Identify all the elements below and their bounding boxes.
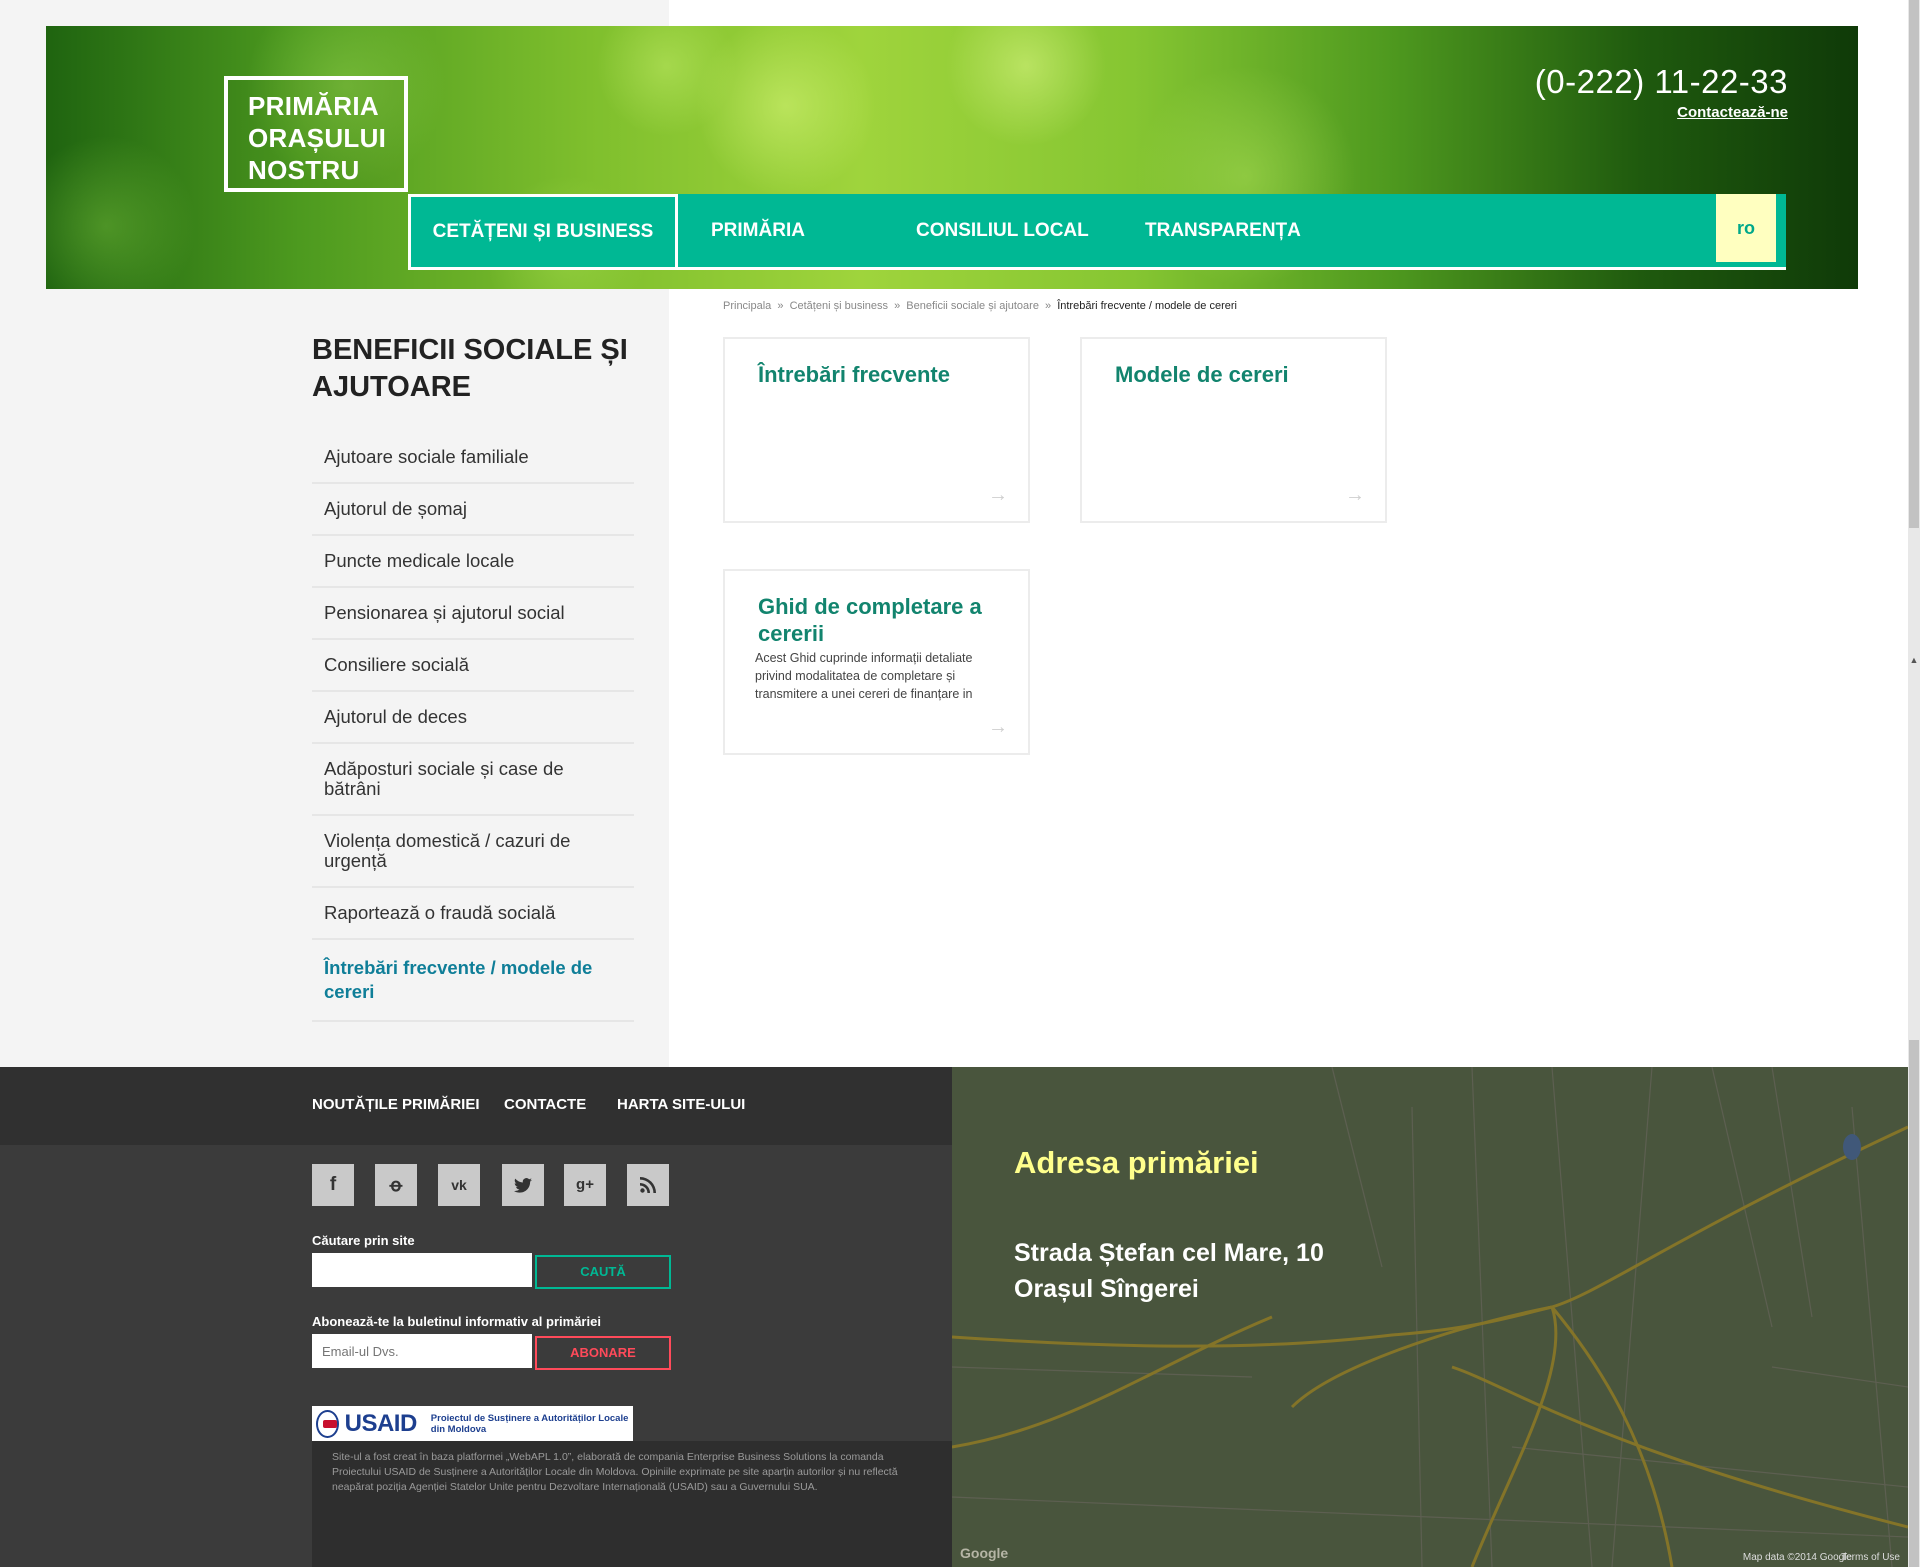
usaid-project-text: Proiectul de Susținere a Autorităților L… (430, 1412, 629, 1435)
address-line: Strada Ștefan cel Mare, 10 (1014, 1239, 1324, 1267)
sidebar-item-active[interactable]: Întrebări frecvente / modele de cereri (312, 940, 634, 1022)
search-label: Căutare prin site (312, 1233, 415, 1248)
footer-disclaimer: Site-ul a fost creat în baza platformei … (332, 1451, 898, 1493)
logo-line: NOSTRU (248, 155, 360, 185)
google-logo: Google (960, 1545, 1009, 1561)
nav-item-transparenta[interactable]: TRANSPARENȚA (1145, 194, 1301, 267)
sidebar-item[interactable]: Ajutoare sociale familiale (312, 432, 634, 484)
contact-link[interactable]: Contactează-ne (1677, 104, 1788, 121)
card-ghid-completare[interactable]: Ghid de completare a cererii Acest Ghid … (723, 569, 1030, 755)
sidebar-item[interactable]: Pensionarea și ajutorul social (312, 588, 634, 640)
map[interactable]: Adresa primăriei Strada Ștefan cel Mare,… (952, 1067, 1908, 1567)
arrow-right-icon: → (988, 716, 1008, 738)
site-logo[interactable]: PRIMĂRIA ORAȘULUI NOSTRU (224, 76, 408, 192)
rss-icon[interactable] (627, 1164, 669, 1206)
site-search-input[interactable] (312, 1253, 532, 1287)
breadcrumb-link[interactable]: Principala (723, 300, 771, 312)
card-description: Acest Ghid cuprinde informații detaliate… (755, 651, 973, 701)
sidebar-item[interactable]: Consiliere socială (312, 640, 634, 692)
map-overlay (952, 1067, 1908, 1567)
logo-line: ORAȘULUI (248, 123, 387, 153)
sidebar-item[interactable]: Ajutorul de șomaj (312, 484, 634, 536)
breadcrumb: Principala » Cetățeni și business » Bene… (723, 300, 1237, 312)
map-data-credit: Map data ©2014 Google (1742, 1552, 1852, 1563)
footer-link-harta[interactable]: HARTA SITE-ULUI (617, 1096, 745, 1113)
map-address: Strada Ștefan cel Mare, 10 Orașul Sînger… (1014, 1235, 1324, 1307)
sidebar-item[interactable]: Violența domestică / cazuri de urgență (312, 816, 634, 888)
breadcrumb-current: Întrebări frecvente / modele de cereri (1057, 300, 1237, 312)
email-field[interactable] (312, 1334, 532, 1368)
sidebar-item[interactable]: Puncte medicale locale (312, 536, 634, 588)
nav-item-consiliul-local[interactable]: CONSILIUL LOCAL (916, 194, 1089, 267)
logo-line: PRIMĂRIA (248, 91, 379, 121)
footer-link-contacte[interactable]: CONTACTE (504, 1096, 586, 1113)
usaid-logo[interactable]: USAID Proiectul de Susținere a Autorităț… (312, 1406, 633, 1441)
breadcrumb-separator: » (777, 300, 784, 312)
arrow-right-icon: → (988, 484, 1008, 506)
breadcrumb-separator: » (894, 300, 901, 312)
breadcrumb-separator: » (1045, 300, 1052, 312)
card-intrebari-frecvente[interactable]: Întrebări frecvente → (723, 337, 1030, 523)
card-modele-de-cereri[interactable]: Modele de cereri → (1080, 337, 1387, 523)
phone-number: (0-222) 11-22-33 (1534, 63, 1788, 100)
card-title: Întrebări frecvente (758, 362, 950, 387)
sidebar-menu: Ajutoare sociale familiale Ajutorul de ș… (312, 432, 634, 1022)
twitter-icon[interactable] (502, 1164, 544, 1206)
breadcrumb-link[interactable]: Cetățeni și business (790, 300, 888, 312)
breadcrumb-link[interactable]: Beneficii sociale și ajutoare (906, 300, 1039, 312)
sidebar-item[interactable]: Adăposturi sociale și case de bătrâni (312, 744, 634, 816)
header-contact: (0-222) 11-22-33 Contactează-ne (1535, 62, 1788, 122)
language-switcher[interactable]: ro (1716, 194, 1776, 262)
usaid-name: USAID (344, 1409, 418, 1437)
scrollbar-thumb[interactable] (1909, 0, 1919, 528)
usaid-seal-icon (316, 1409, 339, 1438)
site-header: PRIMĂRIA ORAȘULUI NOSTRU (0-222) 11-22-3… (46, 26, 1858, 289)
map-title: Adresa primăriei (1014, 1145, 1259, 1180)
arrow-right-icon: → (1345, 484, 1365, 506)
sidebar-item[interactable]: Ajutorul de deces (312, 692, 634, 744)
facebook-icon[interactable]: f (312, 1164, 354, 1206)
nav-item-primaria[interactable]: PRIMĂRIA (711, 194, 805, 267)
odnoklassniki-icon[interactable]: ꝋ (375, 1164, 417, 1206)
footer-link-noutati[interactable]: NOUTĂȚILE PRIMĂRIEI (312, 1096, 480, 1113)
address-line: Orașul Sîngerei (1014, 1275, 1199, 1303)
card-title: Ghid de completare a cererii (758, 594, 982, 646)
search-button[interactable]: CAUTĂ (535, 1255, 671, 1289)
scroll-up-icon[interactable]: ▲ (1909, 655, 1919, 665)
sidebar-title: BENEFICII SOCIALE ȘI AJUTOARE (312, 334, 628, 403)
scrollbar[interactable]: ▲ (1908, 0, 1920, 1567)
card-title: Modele de cereri (1115, 362, 1289, 387)
vk-icon[interactable]: vk (438, 1164, 480, 1206)
nav-item-cetateni-business[interactable]: CETĂȚENI ȘI BUSINESS (408, 194, 678, 267)
main-nav: CETĂȚENI ȘI BUSINESS PRIMĂRIA CONSILIUL … (408, 194, 1786, 270)
scrollbar-thumb-secondary[interactable] (1909, 1040, 1919, 1567)
footer-links: NOUTĂȚILE PRIMĂRIEI CONTACTE HARTA SITE-… (0, 1067, 952, 1145)
sidebar-item[interactable]: Raportează o fraudă socială (312, 888, 634, 940)
google-plus-icon[interactable]: g+ (564, 1164, 606, 1206)
subscribe-label: Abonează-te la buletinul informativ al p… (312, 1314, 601, 1329)
subscribe-button[interactable]: ABONARE (535, 1336, 671, 1370)
map-terms-link[interactable]: Terms of Use (1841, 1552, 1900, 1563)
